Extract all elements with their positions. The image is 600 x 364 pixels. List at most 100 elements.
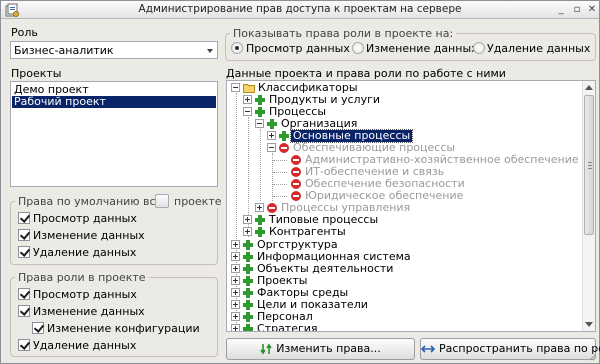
- expand-icon[interactable]: [267, 131, 276, 140]
- radio-edit-data[interactable]: [352, 42, 364, 54]
- show-rights-title: Показывать права роли в проекте на:: [230, 27, 457, 40]
- expand-icon[interactable]: [231, 312, 240, 321]
- plus-icon: [243, 288, 253, 298]
- tree-label: Данные проекта и права роли по работе с …: [226, 67, 506, 80]
- propagate-rights-button[interactable]: Распространить права по ролям: [420, 338, 600, 360]
- grip-icon: [588, 165, 592, 166]
- expand-icon[interactable]: [231, 288, 240, 297]
- scrollbar-thumb[interactable]: [584, 95, 594, 235]
- default-delete-data-label: Удаление данных: [33, 246, 137, 259]
- list-item[interactable]: Рабочий проект: [11, 95, 217, 109]
- collapse-icon[interactable]: [231, 83, 240, 92]
- project-data-tree[interactable]: Классификаторы Продукты и услуги Процесс…: [226, 80, 596, 332]
- radio-edit-data-label: Изменение данных: [366, 42, 478, 55]
- restore-icon: ▫: [573, 4, 581, 15]
- role-view-data-checkbox[interactable]: [18, 288, 30, 300]
- role-label: Роль: [11, 26, 38, 39]
- radio-view-data[interactable]: [231, 42, 243, 54]
- expand-icon[interactable]: [231, 252, 240, 261]
- minus-icon: [291, 179, 301, 189]
- tree-node-label: Контрагенты: [269, 225, 346, 238]
- plus-icon: [243, 276, 253, 286]
- edit-rights-icon: [260, 343, 272, 355]
- default-edit-data-checkbox[interactable]: [18, 229, 30, 241]
- expand-icon[interactable]: [243, 215, 252, 224]
- resize-grip-icon[interactable]: [587, 351, 597, 361]
- scroll-up-icon[interactable]: [585, 85, 593, 90]
- expand-icon[interactable]: [255, 203, 264, 212]
- tree-connector: [273, 184, 287, 185]
- radio-delete-data-label: Удаление данных: [487, 42, 591, 55]
- tree-connector: [273, 160, 287, 161]
- plus-icon: [279, 131, 289, 141]
- default-delete-data-checkbox[interactable]: [18, 246, 30, 258]
- minus-icon: [291, 191, 301, 201]
- default-rights-toggle-button[interactable]: [155, 194, 169, 208]
- expand-icon[interactable]: [231, 276, 240, 285]
- title-bar[interactable]: Администрирование прав доступа к проекта…: [1, 1, 599, 19]
- role-edit-data-label: Изменение данных: [33, 305, 145, 318]
- tree-node[interactable]: Процессы: [227, 106, 567, 118]
- expand-icon[interactable]: [243, 227, 252, 236]
- expand-icon[interactable]: [243, 95, 252, 104]
- expand-icon[interactable]: [231, 264, 240, 273]
- grip-icon: [588, 162, 592, 163]
- role-edit-config-checkbox[interactable]: [32, 322, 44, 334]
- projects-label: Проекты: [11, 67, 62, 80]
- role-delete-data-checkbox[interactable]: [18, 339, 30, 351]
- propagate-rights-label: Распространить права по ролям: [439, 342, 600, 355]
- minus-icon: [279, 143, 289, 153]
- plus-icon: [243, 264, 253, 274]
- role-select-value: Бизнес-аналитик: [14, 44, 114, 57]
- collapse-icon[interactable]: [243, 107, 252, 116]
- default-edit-data-label: Изменение данных: [33, 229, 145, 242]
- default-view-data-checkbox[interactable]: [18, 212, 30, 224]
- radio-view-data-label: Просмотр данных: [246, 42, 350, 55]
- access-rights-window: Администрирование прав доступа к проекта…: [0, 0, 600, 364]
- plus-icon: [267, 119, 277, 129]
- plus-icon: [243, 324, 253, 331]
- scroll-down-icon[interactable]: [585, 322, 593, 327]
- default-rights-title-suffix: проекте: [171, 195, 225, 208]
- close-icon: ✕: [587, 4, 597, 15]
- plus-icon: [243, 300, 253, 310]
- minus-icon: [267, 203, 277, 213]
- expand-icon[interactable]: [231, 240, 240, 249]
- collapse-icon[interactable]: [267, 143, 276, 152]
- expand-icon[interactable]: [231, 300, 240, 309]
- tree-node[interactable]: Стратегия: [227, 322, 567, 332]
- minus-icon: [291, 167, 301, 177]
- plus-icon: [243, 240, 253, 250]
- plus-icon: [255, 215, 265, 225]
- radio-delete-data[interactable]: [473, 42, 485, 54]
- change-rights-button[interactable]: Изменить права...: [226, 338, 415, 360]
- minus-icon: [291, 155, 301, 165]
- minimize-icon: _: [558, 4, 564, 15]
- grip-icon: [588, 168, 592, 169]
- default-view-data-label: Просмотр данных: [33, 212, 137, 225]
- role-delete-data-label: Удаление данных: [33, 339, 137, 352]
- tree-node[interactable]: Контрагенты: [227, 226, 567, 238]
- plus-icon: [243, 252, 253, 262]
- role-select[interactable]: Бизнес-аналитик: [10, 41, 218, 59]
- change-rights-label: Изменить права...: [276, 342, 381, 355]
- folder-icon: [243, 84, 255, 93]
- restore-button[interactable]: ▫: [571, 4, 583, 16]
- plus-icon: [255, 107, 265, 117]
- chevron-down-icon: [207, 49, 213, 53]
- propagate-icon: [421, 345, 435, 353]
- tree-connector: [273, 196, 287, 197]
- minimize-button[interactable]: _: [555, 4, 567, 16]
- close-button[interactable]: ✕: [586, 4, 598, 16]
- role-rights-title: Права роли в проекте: [15, 271, 149, 284]
- tree-node-label: Стратегия: [257, 322, 318, 332]
- tree-connector: [273, 172, 287, 173]
- projects-list[interactable]: Демо проект Рабочий проект: [10, 81, 218, 187]
- plus-icon: [255, 227, 265, 237]
- expand-icon[interactable]: [231, 324, 240, 331]
- collapse-icon[interactable]: [255, 119, 264, 128]
- role-edit-config-label: Изменение конфигурации: [47, 322, 200, 335]
- plus-icon: [255, 95, 265, 105]
- role-edit-data-checkbox[interactable]: [18, 305, 30, 317]
- tree-scrollbar[interactable]: [582, 81, 595, 331]
